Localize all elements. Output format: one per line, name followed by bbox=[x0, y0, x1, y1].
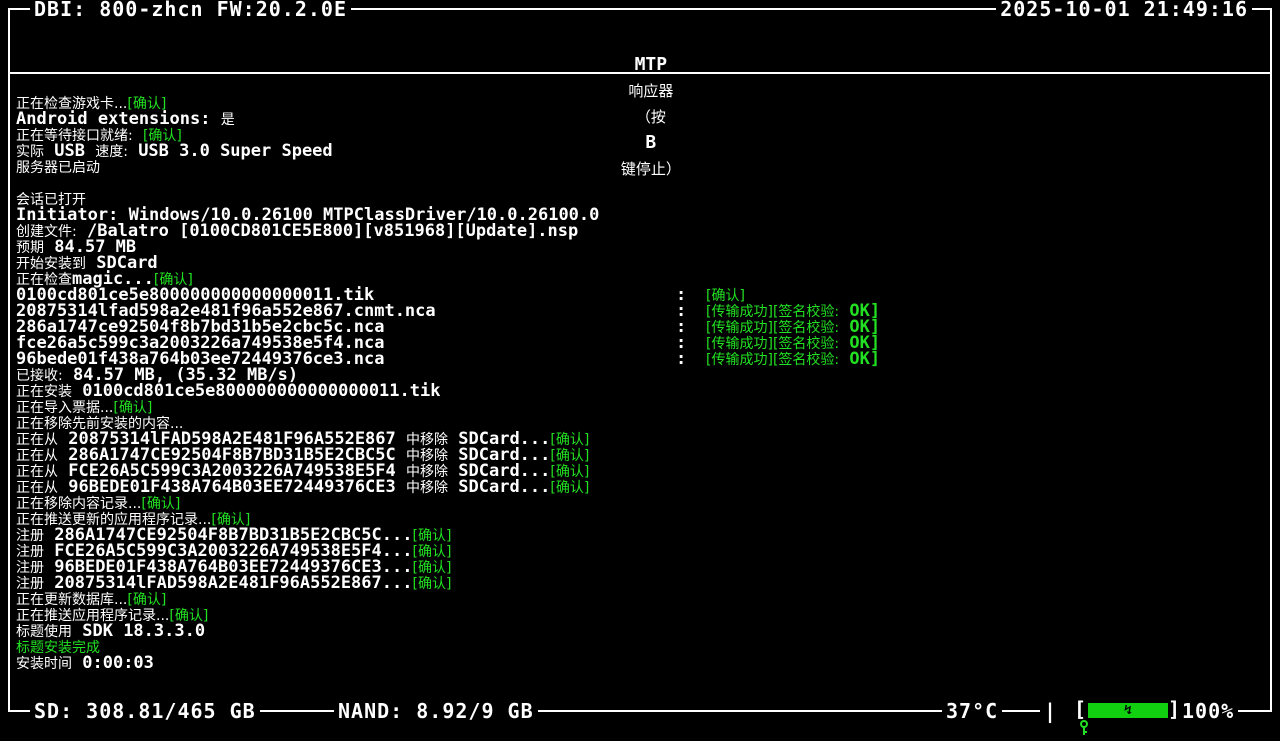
datetime: 2025-10-01 21:49:16 bbox=[996, 0, 1252, 19]
status-ok: [确认] bbox=[412, 576, 452, 592]
log-line: 正在更新数据库...[确认] bbox=[16, 592, 167, 608]
app-version: DBI: 800-zhcn FW:20.2.0E bbox=[30, 0, 351, 19]
log-line: 开始安装到 SDCard bbox=[16, 253, 158, 273]
install-time: 0:00:03 bbox=[82, 653, 154, 673]
status-ok: [确认] bbox=[412, 544, 452, 560]
log-line: 安装时间 0:00:03 bbox=[16, 653, 154, 673]
install-log: 正在检查游戏卡...[确认] Android extensions: 是 正在等… bbox=[16, 95, 1266, 673]
title-mtp: MTP bbox=[634, 54, 668, 75]
log-line: 服务器已启动 bbox=[16, 160, 100, 176]
register-row: 注册 20875314lFAD598A2E481F96A552E867...[确… bbox=[16, 573, 452, 593]
status-ok: [确认] bbox=[113, 400, 153, 416]
charging-icon: ↯ bbox=[1124, 703, 1132, 718]
temperature: 37°C bbox=[942, 701, 1003, 721]
log-line: 正在安装 0100cd801ce5e800000000000000011.tik bbox=[16, 381, 441, 401]
log-line: 标题使用 SDK 18.3.3.0 bbox=[16, 621, 206, 641]
sd-storage: SD: 308.81/465 GB bbox=[30, 701, 260, 721]
status-ok: [确认] bbox=[141, 496, 181, 512]
battery-percent: 100% bbox=[1178, 701, 1239, 721]
status-ok: [确认] bbox=[412, 560, 452, 576]
status-ok: [确认] bbox=[550, 448, 590, 464]
install-complete: 标题安装完成 bbox=[16, 640, 100, 656]
battery-bracket-left: [ bbox=[1074, 697, 1087, 721]
nand-storage: NAND: 8.92/9 GB bbox=[334, 701, 538, 721]
status-ok: [确认] bbox=[127, 592, 167, 608]
log-line: 预期 84.57 MB bbox=[16, 237, 137, 257]
log-line: 正在导入票据...[确认] bbox=[16, 400, 153, 416]
log-line: 创建文件: /Balatro [0100CD801CE5E800][v85196… bbox=[16, 221, 579, 241]
remove-row: 正在从 96BEDE01F438A764B03EE72449376CE3 中移除… bbox=[16, 477, 590, 497]
log-line: 实际 USB 速度: USB 3.0 Super Speed bbox=[16, 141, 333, 161]
battery-fill: ↯ bbox=[1088, 703, 1168, 718]
log-line: 正在移除内容记录...[确认] bbox=[16, 496, 181, 512]
battery-icon: ↯ bbox=[1088, 703, 1168, 718]
status-ok: [确认] bbox=[706, 288, 745, 304]
log-blank bbox=[16, 175, 1266, 191]
status-ok: [确认] bbox=[550, 464, 590, 480]
verify-ok: OK] bbox=[849, 349, 881, 369]
status-ok: [确认] bbox=[550, 432, 590, 448]
status-ok: [确认] bbox=[412, 528, 452, 544]
status-ok: [确认] bbox=[550, 480, 590, 496]
log-line: Android extensions: 是 bbox=[16, 109, 235, 129]
